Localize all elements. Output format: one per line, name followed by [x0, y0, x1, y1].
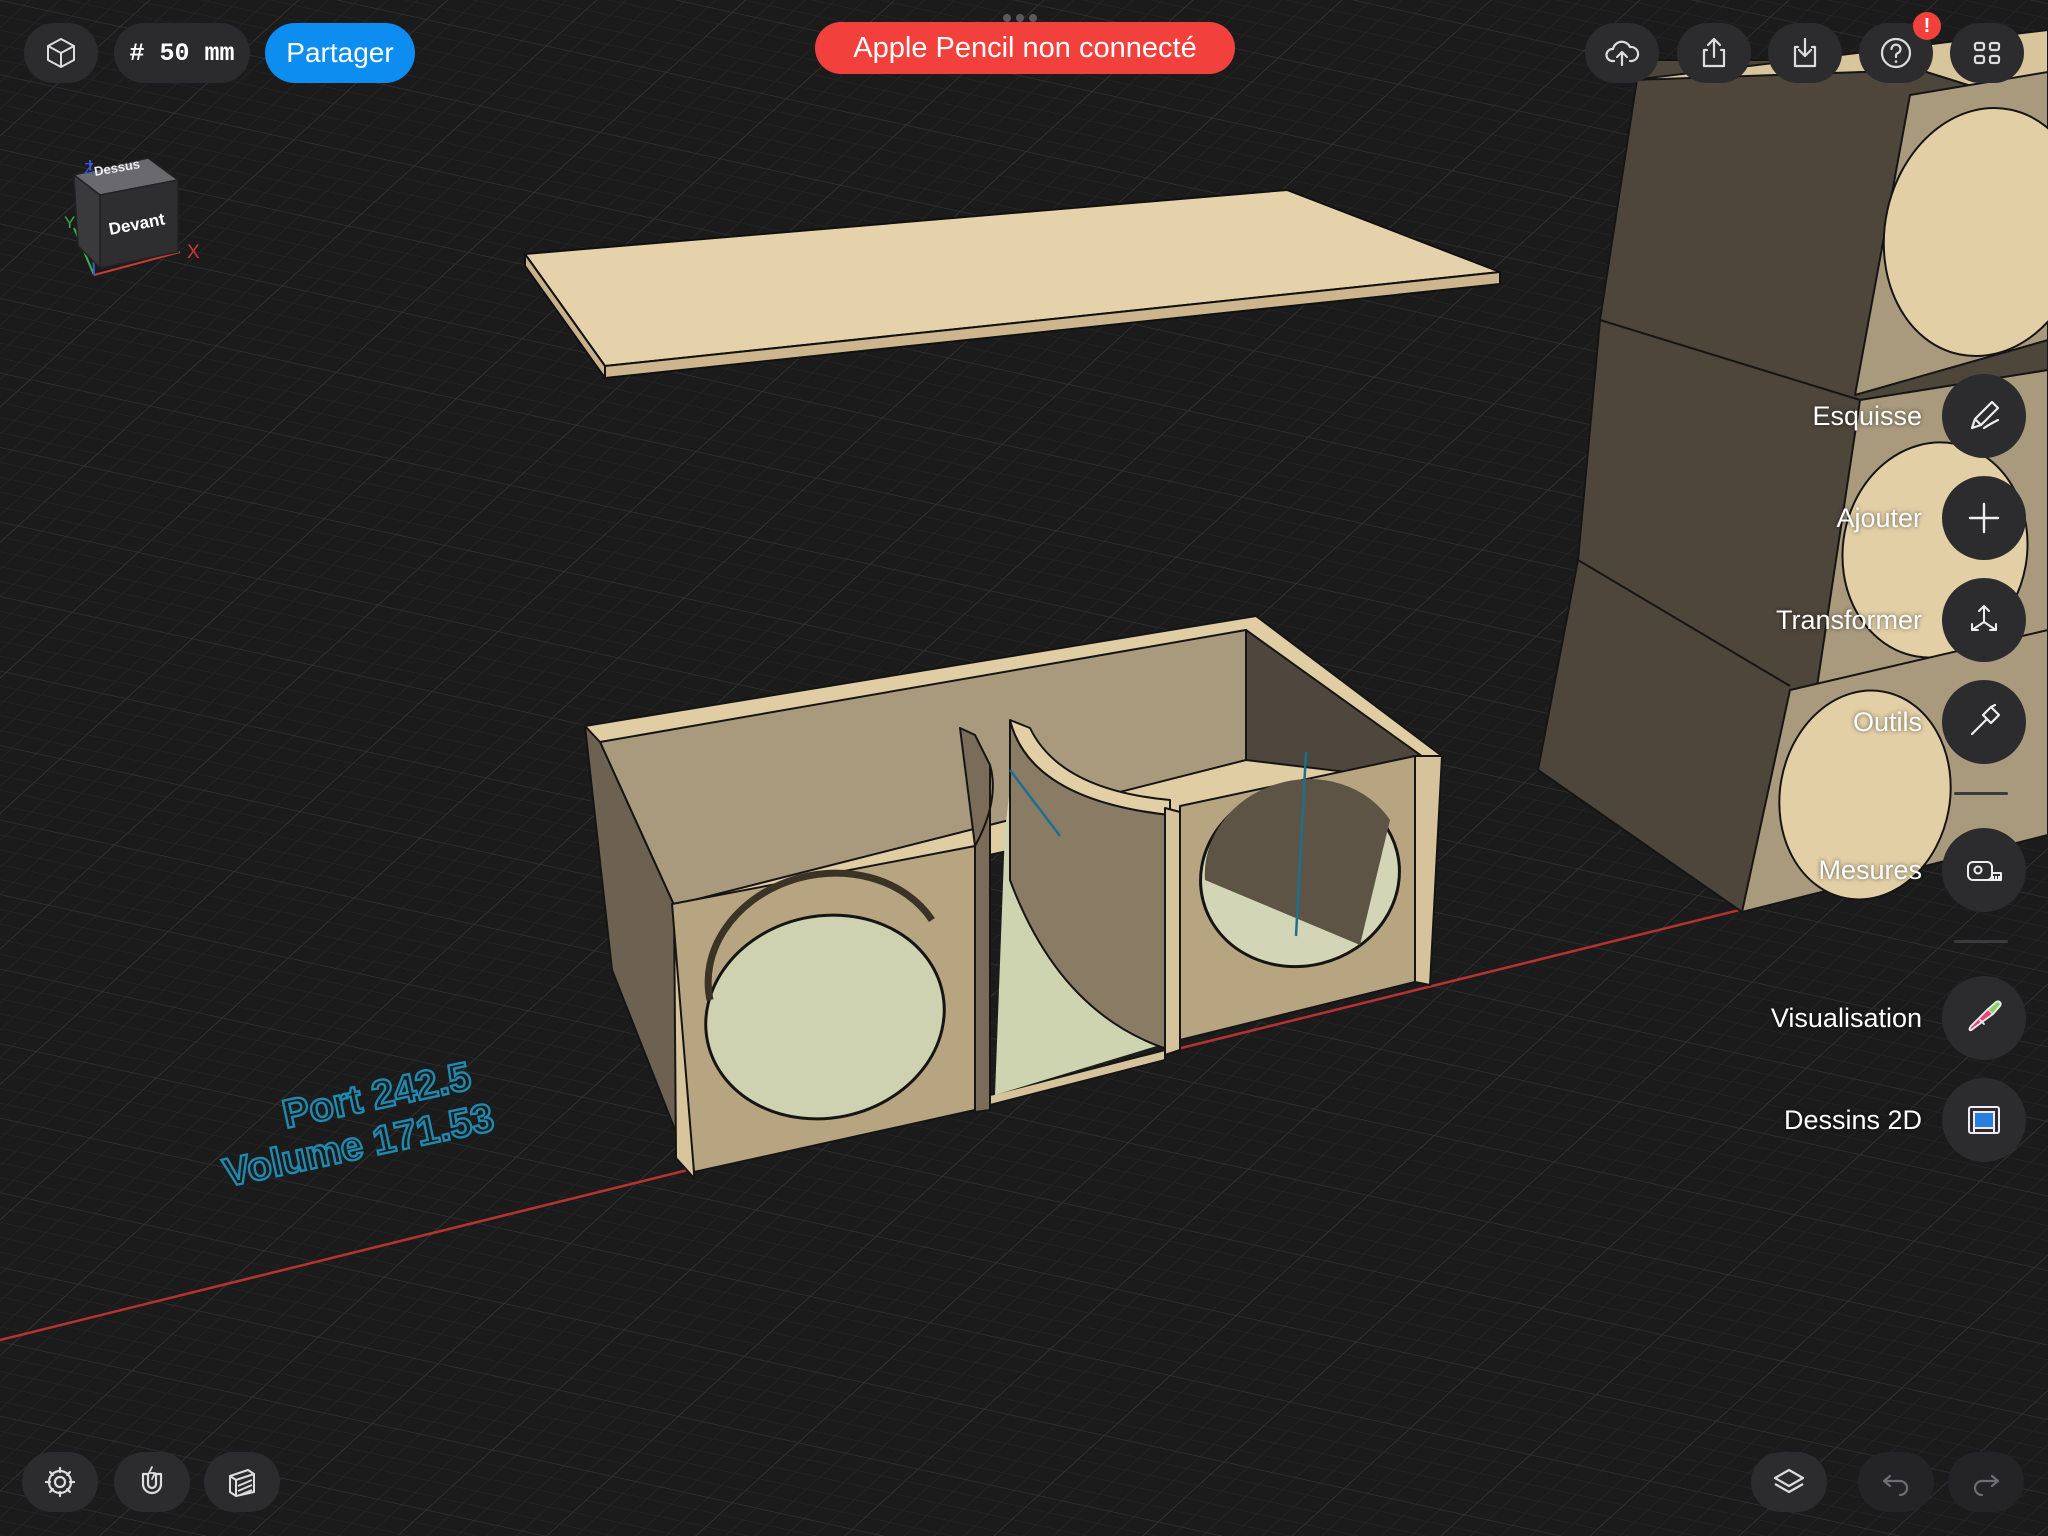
tool-tools[interactable]: Outils: [1853, 680, 2026, 764]
tool-visualisation-label: Visualisation: [1770, 1002, 1922, 1033]
tool-measures[interactable]: Mesures: [1818, 828, 2026, 912]
tool-add-label: Ajouter: [1836, 502, 1922, 533]
transform-arrows-icon: [1971, 605, 1997, 631]
layers-button[interactable]: [1751, 1452, 1827, 1512]
add-button[interactable]: [1942, 476, 2026, 560]
share-label: Partager: [286, 37, 394, 68]
transform-button[interactable]: [1942, 578, 2026, 662]
notification-badge: !: [1913, 12, 1941, 40]
gear-icon: [44, 1466, 76, 1498]
magnet-icon: [141, 1466, 163, 1495]
3d-viewport[interactable]: Port 242.5 Volume 171.53 Dessus Devant X…: [0, 0, 2048, 1536]
hammer-icon: [1970, 703, 2001, 736]
grid-apps-icon: [1973, 41, 2001, 65]
sketch-button[interactable]: [1942, 374, 2026, 458]
tool-separator: [1954, 940, 2008, 943]
blueprint-icon: [1968, 1106, 2000, 1134]
visualisation-button[interactable]: [1942, 976, 2026, 1060]
tool-measures-label: Mesures: [1818, 854, 1922, 885]
download-icon: [1793, 37, 1817, 68]
help-icon: [1880, 37, 1912, 69]
undo-icon: [1882, 1474, 1909, 1497]
layers-icon: [1773, 1468, 1805, 1494]
tool-transform[interactable]: Transformer: [1776, 578, 2026, 662]
import-button[interactable]: [1768, 23, 1842, 83]
settings-button[interactable]: [22, 1452, 98, 1512]
cloud-upload-button[interactable]: [1585, 23, 1659, 83]
section-hatch-icon: [229, 1469, 255, 1497]
tool-tools-label: Outils: [1852, 706, 1922, 737]
redo-icon: [1973, 1474, 2000, 1497]
tool-sketch[interactable]: Esquisse: [1812, 374, 2026, 458]
notification-badge-text: !: [1923, 14, 1931, 37]
tool-transform-label: Transformer: [1775, 604, 1922, 635]
tape-measure-icon: [1967, 861, 2002, 881]
cube-wireframe-icon: [47, 38, 75, 68]
share-button[interactable]: Partager: [265, 23, 415, 83]
view-mode-button[interactable]: [24, 23, 98, 83]
grid-size-button[interactable]: # 50 mm: [114, 23, 250, 83]
grid-size-label: # 50 mm: [129, 38, 235, 68]
axis-y-label: Y: [64, 213, 75, 232]
axis-z-label: Z: [84, 161, 94, 178]
export-button[interactable]: [1677, 23, 1751, 83]
tool-visualisation[interactable]: Visualisation: [1771, 976, 2026, 1060]
tool-sketch-label: Esquisse: [1812, 400, 1922, 431]
drag-handle[interactable]: [1003, 14, 1045, 22]
tools-button[interactable]: [1942, 680, 2026, 764]
tool-2d-drawings-label: Dessins 2D: [1783, 1104, 1922, 1135]
cloud-upload-icon: [1605, 40, 1640, 67]
measures-button[interactable]: [1942, 828, 2026, 912]
pencil-status-banner: Apple Pencil non connecté: [815, 22, 1235, 74]
redo-button[interactable]: [1948, 1452, 2024, 1512]
pencil-status-text: Apple Pencil non connecté: [853, 31, 1197, 64]
plus-icon: [1968, 502, 2000, 534]
2d-drawings-button[interactable]: [1942, 1078, 2026, 1162]
share-export-icon: [1702, 37, 1726, 68]
undo-button[interactable]: [1858, 1452, 1934, 1512]
section-view-button[interactable]: [204, 1452, 280, 1512]
snap-magnet-button[interactable]: [114, 1452, 190, 1512]
apps-button[interactable]: [1950, 23, 2024, 83]
pencil-icon: [1970, 400, 2000, 430]
axis-x-label: X: [187, 242, 200, 263]
tool-2d-drawings[interactable]: Dessins 2D: [1784, 1078, 2026, 1162]
tool-separator: [1954, 792, 2008, 795]
tool-add[interactable]: Ajouter: [1836, 476, 2026, 560]
paint-brush-icon: [1968, 1000, 2002, 1032]
